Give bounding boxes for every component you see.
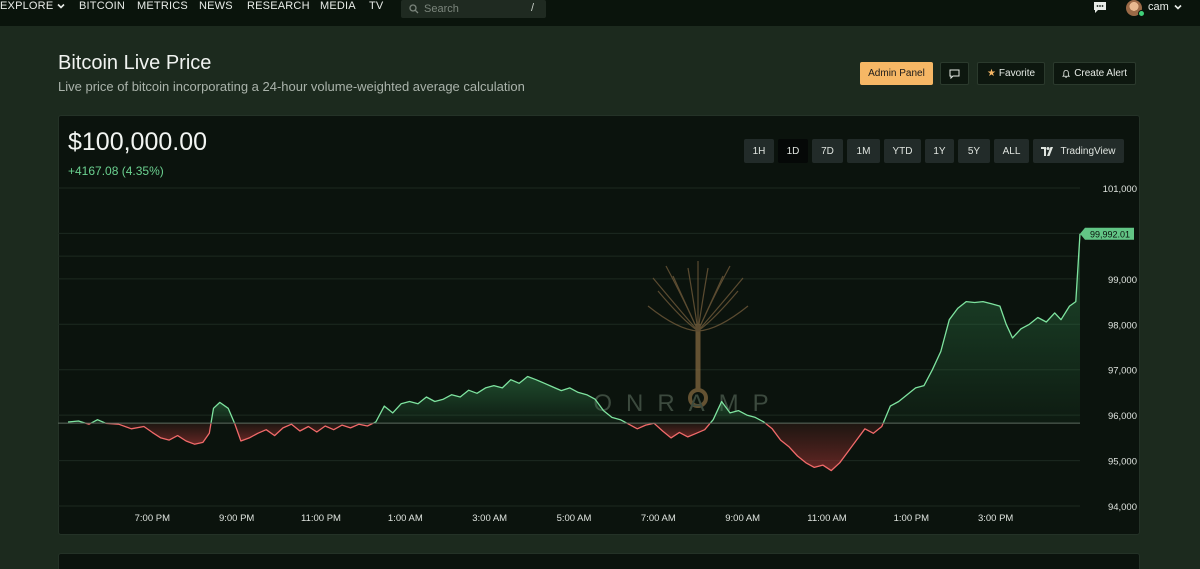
- x-tick-label: 9:00 PM: [219, 513, 254, 524]
- star-icon: ★: [986, 68, 996, 79]
- nav-explore[interactable]: EXPLORE: [0, 0, 65, 12]
- nav-research[interactable]: RESEARCH: [247, 0, 310, 12]
- range-7d-button[interactable]: 7D: [812, 139, 843, 163]
- nav-tv[interactable]: TV: [369, 0, 383, 12]
- user-name[interactable]: cam: [1148, 1, 1169, 13]
- x-tick-label: 3:00 PM: [978, 513, 1013, 524]
- nav-news[interactable]: NEWS: [199, 0, 233, 12]
- comment-button[interactable]: [940, 62, 969, 85]
- y-tick-label: 97,000: [1108, 366, 1137, 377]
- range-all-button[interactable]: ALL: [994, 139, 1029, 163]
- nav-media[interactable]: MEDIA: [320, 0, 356, 12]
- bell-icon: [1062, 69, 1071, 78]
- x-tick-label: 3:00 AM: [472, 513, 507, 524]
- area-fill-down: [234, 423, 374, 441]
- nav-metrics[interactable]: METRICS: [137, 0, 188, 12]
- area-fill-up: [373, 376, 627, 424]
- range-1m-button[interactable]: 1M: [847, 139, 880, 163]
- area-fill-down: [105, 423, 211, 445]
- nav-explore-label: EXPLORE: [0, 0, 54, 12]
- x-tick-label: 7:00 PM: [135, 513, 170, 524]
- search-shortcut-hint: /: [530, 2, 534, 14]
- tradingview-label: TradingView: [1060, 145, 1116, 157]
- current-price: $100,000.00: [68, 128, 208, 156]
- page-title: Bitcoin Live Price: [58, 52, 212, 74]
- x-tick-label: 11:00 PM: [301, 513, 341, 524]
- x-tick-label: 11:00 AM: [807, 513, 847, 524]
- y-tick-label: 96,000: [1108, 411, 1137, 422]
- x-tick-label: 5:00 AM: [557, 513, 592, 524]
- tradingview-logo-icon: [1041, 146, 1054, 156]
- y-tick-label: 99,000: [1108, 275, 1137, 286]
- tradingview-button[interactable]: TradingView: [1033, 139, 1124, 163]
- y-tick-label: 95,000: [1108, 457, 1137, 468]
- area-fill-down: [765, 423, 884, 471]
- range-1d-button[interactable]: 1D: [778, 139, 808, 163]
- chat-icon[interactable]: [1093, 1, 1107, 14]
- y-tick-label: 94,000: [1108, 502, 1137, 513]
- favorite-button[interactable]: ★ Favorite: [977, 62, 1045, 85]
- watermark-text: ONRAMP: [593, 390, 782, 417]
- top-nav: EXPLORE BITCOIN METRICS NEWS RESEARCH ME…: [0, 0, 1200, 26]
- admin-panel-button[interactable]: Admin Panel: [860, 62, 933, 85]
- price-chart[interactable]: 94,000 95,000 96,000 97,000 98,000 99,000 101,…: [58, 176, 1140, 526]
- x-tick-label: 1:00 PM: [894, 513, 929, 524]
- nav-bitcoin[interactable]: BITCOIN: [79, 0, 125, 12]
- favorite-label: Favorite: [998, 68, 1036, 79]
- search-box[interactable]: /: [401, 0, 546, 18]
- last-price-label: 99,992.01: [1090, 229, 1130, 239]
- comment-icon: [949, 69, 960, 79]
- online-status-dot: [1138, 10, 1145, 17]
- range-1h-button[interactable]: 1H: [744, 139, 774, 163]
- search-input[interactable]: [424, 3, 524, 15]
- chevron-down-icon: [57, 3, 65, 9]
- y-tick-label: 101,000: [1103, 184, 1137, 195]
- create-alert-button[interactable]: Create Alert: [1053, 62, 1136, 85]
- onramp-watermark-logo: [647, 261, 749, 408]
- y-tick-label: 98,000: [1108, 320, 1137, 331]
- area-fill-up: [883, 233, 1080, 424]
- x-tick-label: 9:00 AM: [725, 513, 760, 524]
- x-tick-label: 7:00 AM: [641, 513, 676, 524]
- range-ytd-button[interactable]: YTD: [884, 139, 921, 163]
- secondary-card: [58, 553, 1140, 569]
- create-alert-label: Create Alert: [1074, 68, 1127, 79]
- range-5y-button[interactable]: 5Y: [958, 139, 990, 163]
- chevron-down-icon[interactable]: [1174, 3, 1182, 11]
- search-icon: [409, 4, 419, 14]
- x-tick-label: 1:00 AM: [388, 513, 423, 524]
- area-fill-up: [211, 402, 235, 424]
- page-subtitle: Live price of bitcoin incorporating a 24…: [58, 79, 525, 94]
- range-1y-button[interactable]: 1Y: [925, 139, 954, 163]
